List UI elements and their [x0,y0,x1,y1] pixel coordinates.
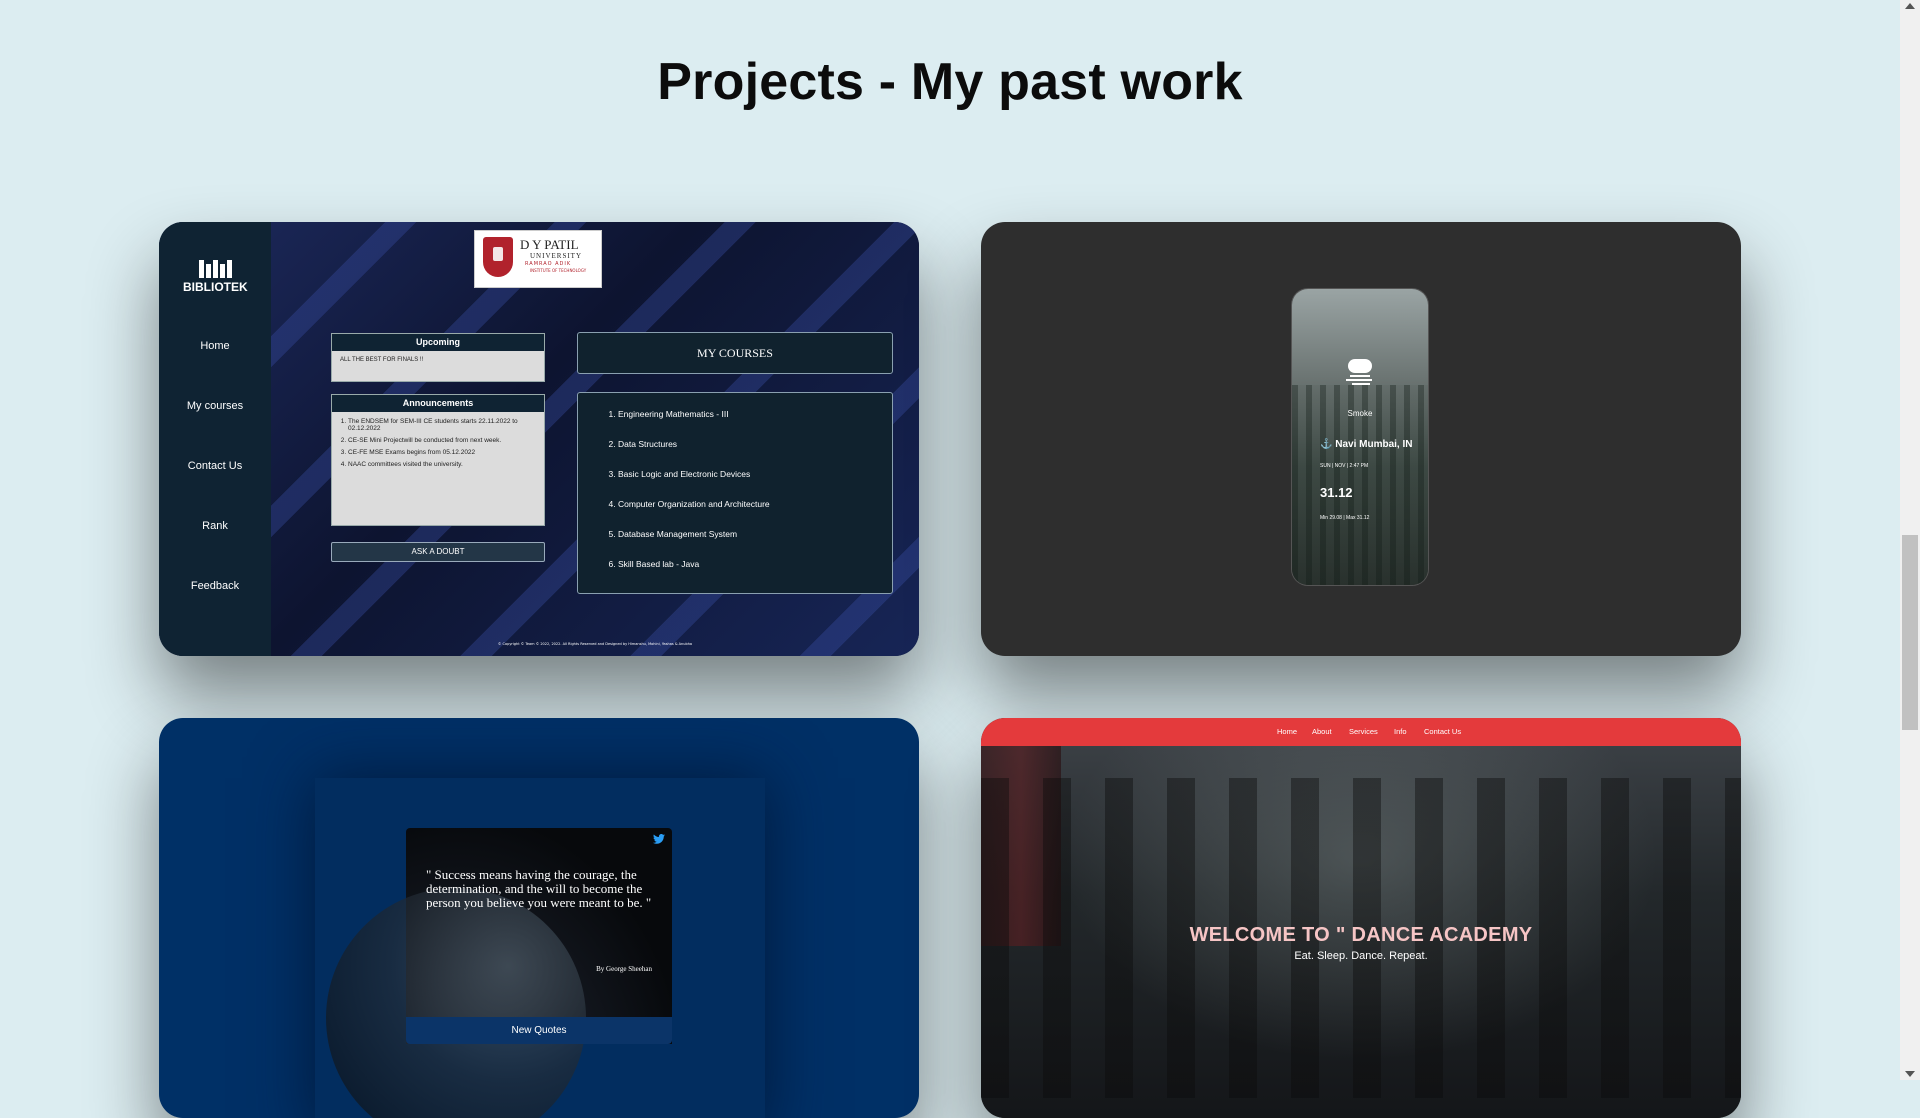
quote-card: " Success means having the courage, the … [326,828,672,1118]
list-item: NAAC committees visited the university. [348,461,536,468]
sidebar-item-contact[interactable]: Contact Us [159,460,271,472]
scroll-up-icon[interactable] [1905,3,1915,9]
weather-condition: Smoke [1347,409,1373,418]
nav-item-about[interactable]: About [1312,727,1332,736]
course-item[interactable]: Computer Organization and Architecture [618,499,892,509]
weather-temperature: 31.12 [1320,485,1353,500]
course-item[interactable]: Database Management System [618,529,892,539]
library-icon [183,260,247,278]
weather-location: ⚓ Navi Mumbai, IN [1320,439,1413,450]
sidebar-item-my-courses[interactable]: My courses [159,400,271,412]
upcoming-text: ALL THE BEST FOR FINALS !! [340,357,424,363]
list-item: CE-FE MSE Exams begins from 05.12.2022 [348,449,536,456]
hero-subtitle: Eat. Sleep. Dance. Repeat. [1294,950,1428,962]
course-item[interactable]: Engineering Mathematics - III [618,409,892,419]
university-name: D Y PATIL [520,237,579,252]
my-courses-heading: MY COURSES [577,332,893,374]
weather-phone-mockup: Smoke ⚓ Navi Mumbai, IN SUN | NOV | 2:47… [1292,289,1428,585]
sidebar-item-feedback[interactable]: Feedback [159,580,271,592]
top-nav: Home About Services Info Contact Us [981,718,1741,746]
bibliotek-logo: BIBLIOTEK [183,260,248,294]
smoke-cloud-icon [1346,359,1374,385]
new-quotes-button[interactable]: New Quotes [406,1017,672,1044]
twitter-icon[interactable] [653,834,665,844]
nav-item-services[interactable]: Services [1349,727,1378,736]
university-label: UNIVERSITY [530,252,582,260]
courses-list-box: Engineering Mathematics - III Data Struc… [577,392,893,594]
sidebar-item-home[interactable]: Home [159,340,271,352]
weather-minmax: Min 29.08 | Max 31.12 [1320,515,1370,521]
announcements-box: Announcements The ENDSEM for SEM-III CE … [331,394,545,526]
weather-date: SUN | NOV | 2:47 PM [1320,463,1369,469]
scrollbar-thumb[interactable] [1902,535,1918,730]
announcements-list: The ENDSEM for SEM-III CE students start… [340,418,536,468]
page-scrollbar[interactable] [1900,0,1920,1080]
sidebar: BIBLIOTEK Home My courses Contact Us Ran… [159,222,271,656]
project-card-bibliotek[interactable]: BIBLIOTEK Home My courses Contact Us Ran… [159,222,919,656]
course-item[interactable]: Basic Logic and Electronic Devices [618,469,892,479]
quote-text: " Success means having the courage, the … [426,867,652,910]
list-item: The ENDSEM for SEM-III CE students start… [348,418,536,432]
nav-item-home[interactable]: Home [1277,727,1297,736]
nav-item-info[interactable]: Info [1394,727,1407,736]
university-institute: INSTITUTE OF TECHNOLOGY [530,268,587,273]
hero-title: WELCOME TO " DANCE ACADEMY [1189,924,1533,946]
ask-doubt-button[interactable]: ASK A DOUBT [331,542,545,562]
sidebar-item-rank[interactable]: Rank [159,520,271,532]
location-pin-icon: ⚓ [1320,439,1333,450]
upcoming-box: Upcoming ALL THE BEST FOR FINALS !! [331,333,545,382]
course-item[interactable]: Data Structures [618,439,892,449]
university-logo: D Y PATIL UNIVERSITY RAMRAO ADIK INSTITU… [474,230,602,288]
announcements-title: Announcements [332,395,544,412]
quote-author: By George Sheehan [596,965,652,973]
upcoming-title: Upcoming [332,334,544,351]
project-card-weather[interactable]: Smoke ⚓ Navi Mumbai, IN SUN | NOV | 2:47… [981,222,1741,656]
project-card-dance[interactable]: Home About Services Info Contact Us WELC… [981,718,1741,1118]
logo-text: BIBLIOTEK [183,280,248,294]
list-item: CE-SE Mini Projectwill be conducted from… [348,437,536,444]
page-title: Projects - My past work [657,53,1243,111]
project-card-quotes[interactable]: " Success means having the courage, the … [159,718,919,1118]
course-item[interactable]: Skill Based lab - Java [618,559,892,569]
copyright-footer: © Copyright © Team © 2022, 2022. All Rig… [497,642,693,646]
university-sub: RAMRAO ADIK [525,261,572,267]
scroll-down-icon[interactable] [1905,1071,1915,1077]
shield-icon [483,237,513,277]
nav-item-contact[interactable]: Contact Us [1424,727,1461,736]
